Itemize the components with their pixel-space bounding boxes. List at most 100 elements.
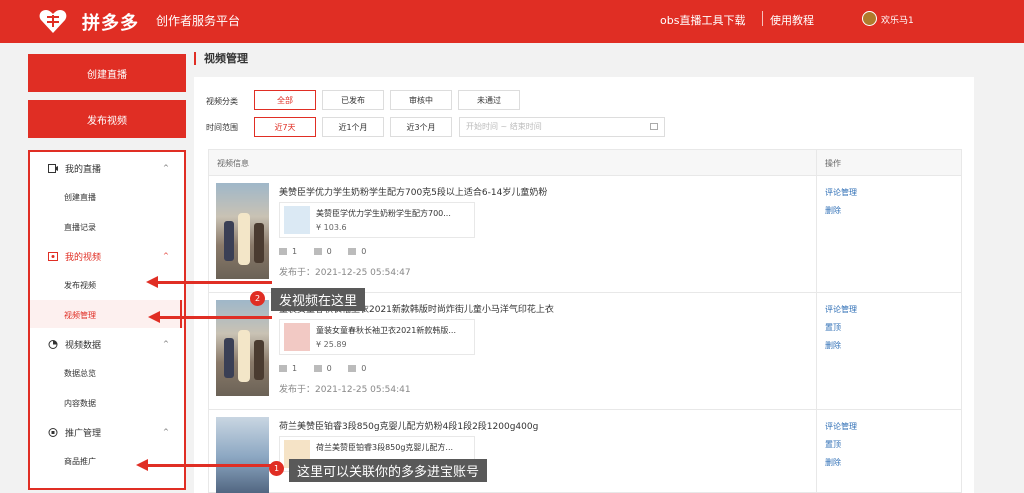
publish-video-button[interactable]: 发布视频 bbox=[28, 100, 186, 138]
annotation-badge-2: 2 bbox=[250, 291, 265, 306]
sidebar-group-promotion[interactable]: 推广管理 bbox=[48, 426, 101, 439]
delete-link[interactable]: 删除 bbox=[825, 340, 841, 351]
obs-download-link[interactable]: obs直播工具下载 bbox=[660, 12, 745, 28]
comment-manage-link[interactable]: 评论管理 bbox=[825, 187, 857, 198]
sidebar-group-label: 视频数据 bbox=[65, 341, 102, 351]
sidebar-item-data-overview[interactable]: 数据总览 bbox=[64, 368, 96, 379]
comment-manage-link[interactable]: 评论管理 bbox=[825, 421, 857, 432]
like-icon bbox=[348, 365, 357, 372]
range-1m-button[interactable]: 近1个月 bbox=[322, 117, 384, 137]
column-header-ops: 操作 bbox=[825, 159, 841, 168]
date-range-placeholder: 开始时间 ~ 结束时间 bbox=[466, 122, 542, 131]
sidebar-group-label: 我的直播 bbox=[65, 165, 102, 175]
table-row: 美赞臣学优力学生奶粉学生配方700克5段以上适合6-14岁儿童奶粉 美赞臣学优力… bbox=[209, 177, 961, 293]
range-filter-label: 时间范围 bbox=[206, 123, 238, 132]
play-count: 1 bbox=[292, 364, 298, 373]
username[interactable]: 欢乐马1 bbox=[881, 13, 914, 26]
sidebar-item-create-live[interactable]: 创建直播 bbox=[64, 192, 96, 203]
delete-link[interactable]: 删除 bbox=[825, 457, 841, 468]
delete-link[interactable]: 删除 bbox=[825, 205, 841, 216]
product-name: 美赞臣学优力学生奶粉学生配方700... bbox=[316, 209, 451, 218]
annotation-arrow-publish bbox=[146, 276, 272, 288]
video-thumbnail[interactable] bbox=[216, 300, 269, 396]
video-table: 视频信息 操作 美赞臣学优力学生奶粉学生配方700克5段以上适合6-14岁儿童奶… bbox=[208, 149, 962, 493]
pinduoduo-logo-icon[interactable] bbox=[38, 8, 68, 34]
calendar-icon[interactable] bbox=[650, 123, 658, 130]
chevron-up-icon[interactable]: ^ bbox=[163, 252, 169, 260]
comment-icon bbox=[313, 248, 322, 255]
filter-published-button[interactable]: 已发布 bbox=[322, 90, 384, 110]
video-stats: 1 0 0 bbox=[279, 247, 380, 256]
video-thumbnail[interactable] bbox=[216, 417, 269, 493]
header-divider bbox=[762, 11, 763, 26]
annotation-callout-2: 发视频在这里 bbox=[271, 288, 366, 311]
video-title[interactable]: 美赞臣学优力学生奶粉学生配方700克5段以上适合6-14岁儿童奶粉 bbox=[279, 185, 547, 198]
sidebar-group-label: 推广管理 bbox=[65, 429, 102, 439]
sidebar-menu: 我的直播 ^ 创建直播 直播记录 我的视频 ^ 发布视频 视频管理 视频数据 ^… bbox=[28, 150, 186, 490]
table-header: 视频信息 操作 bbox=[209, 150, 961, 176]
tutorial-link[interactable]: 使用教程 bbox=[770, 12, 814, 28]
column-header-info: 视频信息 bbox=[217, 159, 249, 168]
product-name: 荷兰美赞臣铂睿3段850g克婴儿配方... bbox=[316, 443, 454, 452]
play-count-icon bbox=[279, 248, 287, 255]
sidebar-item-video-manage[interactable]: 视频管理 bbox=[64, 310, 96, 321]
sidebar-item-publish-video[interactable]: 发布视频 bbox=[64, 280, 96, 291]
promo-icon bbox=[48, 428, 58, 437]
annotation-badge-1: 1 bbox=[269, 461, 284, 476]
sidebar-group-live[interactable]: 我的直播 bbox=[48, 162, 101, 175]
avatar[interactable] bbox=[862, 11, 877, 26]
comment-count: 0 bbox=[326, 364, 332, 373]
video-thumbnail[interactable] bbox=[216, 183, 269, 279]
product-price: ¥ 25.89 bbox=[316, 340, 347, 349]
product-image bbox=[284, 206, 310, 234]
range-3m-button[interactable]: 近3个月 bbox=[390, 117, 452, 137]
product-name: 童装女童春秋长袖卫衣2021新款韩版... bbox=[316, 326, 456, 335]
filter-rejected-button[interactable]: 未通过 bbox=[458, 90, 520, 110]
category-filter-label: 视频分类 bbox=[206, 97, 238, 106]
chevron-up-icon[interactable]: ^ bbox=[163, 428, 169, 436]
annotation-arrow-promo bbox=[136, 459, 278, 471]
comment-manage-link[interactable]: 评论管理 bbox=[825, 304, 857, 315]
pin-top-link[interactable]: 置顶 bbox=[825, 322, 841, 333]
sidebar-group-video-data[interactable]: 视频数据 bbox=[48, 338, 101, 351]
content-panel: 视频分类 全部 已发布 审核中 未通过 时间范围 近7天 近1个月 近3个月 开… bbox=[194, 77, 974, 493]
annotation-arrow-manage bbox=[148, 311, 272, 323]
like-icon bbox=[348, 248, 357, 255]
product-card[interactable]: 美赞臣学优力学生奶粉学生配方700... ¥ 103.6 bbox=[279, 202, 475, 238]
table-row: 童装女童春秋长袖卫衣2021新款韩版时尚炸街儿童小马洋气印花上衣 童装女童春秋长… bbox=[209, 294, 961, 410]
comment-icon bbox=[313, 365, 322, 372]
sidebar-item-live-records[interactable]: 直播记录 bbox=[64, 222, 96, 233]
publish-time: 发布于：2021-12-25 05:54:41 bbox=[279, 385, 411, 395]
pin-top-link[interactable]: 置顶 bbox=[825, 439, 841, 450]
range-7d-button[interactable]: 近7天 bbox=[254, 117, 316, 137]
filter-reviewing-button[interactable]: 审核中 bbox=[390, 90, 452, 110]
annotation-callout-1: 这里可以关联你的多多进宝账号 bbox=[289, 459, 488, 482]
chart-icon bbox=[48, 340, 58, 349]
filter-all-button[interactable]: 全部 bbox=[254, 90, 316, 110]
video-icon bbox=[48, 252, 58, 261]
play-count-icon bbox=[279, 365, 287, 372]
video-stats: 1 0 0 bbox=[279, 364, 380, 373]
active-item-highlight bbox=[30, 300, 184, 328]
publish-time: 发布于：2021-12-25 05:54:47 bbox=[279, 268, 411, 278]
comment-count: 0 bbox=[326, 247, 332, 256]
top-header: 拼多多 创作者服务平台 obs直播工具下载 使用教程 欢乐马1 bbox=[0, 0, 1024, 43]
date-range-input[interactable]: 开始时间 ~ 结束时间 bbox=[459, 117, 665, 137]
page-title: 视频管理 bbox=[194, 52, 248, 65]
like-count: 0 bbox=[361, 364, 367, 373]
sidebar-item-content-data[interactable]: 内容数据 bbox=[64, 398, 96, 409]
product-image bbox=[284, 323, 310, 351]
create-live-button[interactable]: 创建直播 bbox=[28, 54, 186, 92]
play-count: 1 bbox=[292, 247, 298, 256]
active-item-indicator bbox=[180, 300, 182, 328]
chevron-up-icon[interactable]: ^ bbox=[163, 340, 169, 348]
sidebar-item-product-promo[interactable]: 商品推广 bbox=[64, 456, 96, 467]
sidebar-group-videos[interactable]: 我的视频 bbox=[48, 250, 101, 263]
video-title[interactable]: 荷兰美赞臣铂睿3段850g克婴儿配方奶粉4段1段2段1200g400g bbox=[279, 419, 538, 432]
like-count: 0 bbox=[361, 247, 367, 256]
live-icon bbox=[48, 164, 58, 173]
sidebar-group-label: 我的视频 bbox=[65, 253, 102, 263]
brand-name[interactable]: 拼多多 bbox=[82, 9, 139, 35]
chevron-up-icon[interactable]: ^ bbox=[163, 164, 169, 172]
product-card[interactable]: 童装女童春秋长袖卫衣2021新款韩版... ¥ 25.89 bbox=[279, 319, 475, 355]
